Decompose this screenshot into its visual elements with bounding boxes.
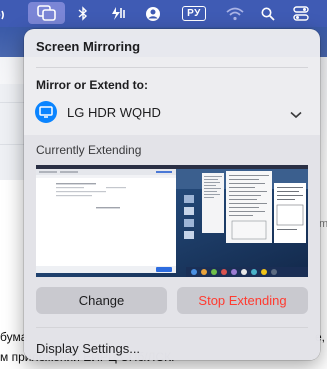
battery-charging-icon[interactable] bbox=[108, 0, 128, 27]
background-divider bbox=[0, 102, 24, 103]
background-divider bbox=[0, 144, 24, 145]
change-button[interactable]: Change bbox=[36, 287, 167, 314]
user-icon[interactable] bbox=[144, 0, 162, 27]
divider bbox=[36, 67, 308, 68]
device-item-lg-hdr-wqhd[interactable]: LG HDR WQHD bbox=[30, 97, 314, 127]
screen-mirroring-popover: Screen Mirroring Mirror or Extend to: LG… bbox=[24, 29, 320, 360]
divider bbox=[36, 327, 308, 328]
currently-extending-section: Currently Extending Change Stop Extendin… bbox=[24, 135, 320, 360]
stop-extending-button[interactable]: Stop Extending bbox=[177, 287, 308, 314]
wifi-icon[interactable] bbox=[225, 0, 245, 27]
spotlight-search-icon[interactable] bbox=[260, 0, 276, 27]
device-name: LG HDR WQHD bbox=[67, 104, 161, 120]
currently-extending-label: Currently Extending bbox=[36, 143, 142, 157]
extended-display-preview bbox=[36, 165, 308, 277]
mirror-extend-label: Mirror or Extend to: bbox=[36, 78, 149, 92]
bluetooth-icon[interactable] bbox=[75, 0, 91, 27]
display-preview-thumbnail bbox=[36, 165, 308, 277]
input-source-indicator[interactable]: РУ bbox=[182, 6, 206, 21]
wifi-partial-icon[interactable] bbox=[0, 0, 14, 27]
popover-title: Screen Mirroring bbox=[36, 39, 141, 54]
background-sidebar bbox=[0, 84, 24, 180]
display-icon bbox=[35, 101, 57, 123]
control-center-icon[interactable] bbox=[292, 0, 310, 27]
chevron-down-icon[interactable] bbox=[290, 106, 302, 124]
menu-bar: РУ bbox=[0, 0, 327, 27]
background-text: m bbox=[319, 218, 327, 230]
screen-mirroring-icon[interactable] bbox=[28, 2, 65, 24]
display-settings-link[interactable]: Display Settings... bbox=[36, 341, 140, 356]
